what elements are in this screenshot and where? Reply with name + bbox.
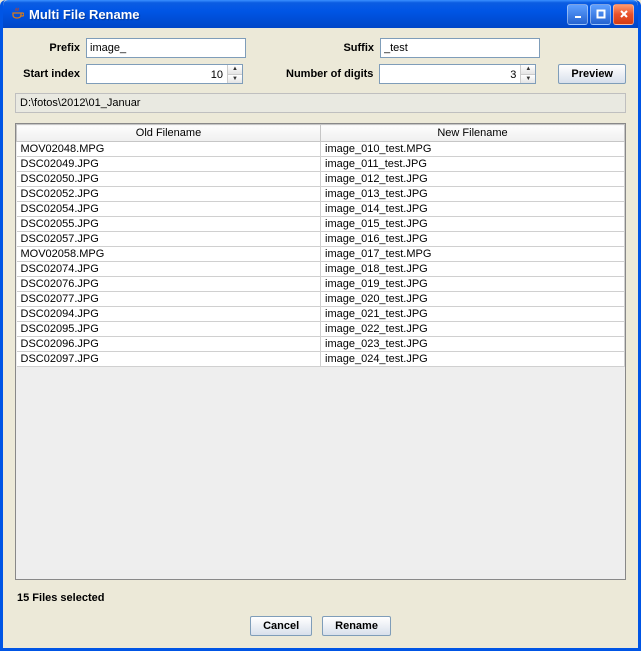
- new-filename-cell: image_022_test.JPG: [321, 322, 625, 337]
- table-row[interactable]: DSC02049.JPGimage_011_test.JPG: [17, 157, 625, 172]
- old-filename-cell: DSC02074.JPG: [17, 262, 321, 277]
- table-row[interactable]: DSC02050.JPGimage_012_test.JPG: [17, 172, 625, 187]
- new-filename-cell: image_017_test.MPG: [321, 247, 625, 262]
- java-cup-icon: [9, 6, 25, 22]
- cancel-button[interactable]: Cancel: [250, 616, 312, 636]
- path-display: D:\fotos\2012\01_Januar: [15, 93, 626, 113]
- new-filename-cell: image_021_test.JPG: [321, 307, 625, 322]
- new-filename-cell: image_024_test.JPG: [321, 352, 625, 367]
- table-row[interactable]: MOV02048.MPGimage_010_test.MPG: [17, 142, 625, 157]
- table-row[interactable]: DSC02074.JPGimage_018_test.JPG: [17, 262, 625, 277]
- new-filename-cell: image_019_test.JPG: [321, 277, 625, 292]
- old-filename-cell: DSC02097.JPG: [17, 352, 321, 367]
- new-filename-cell: image_016_test.JPG: [321, 232, 625, 247]
- new-filename-cell: image_012_test.JPG: [321, 172, 625, 187]
- table-row[interactable]: DSC02076.JPGimage_019_test.JPG: [17, 277, 625, 292]
- old-filename-cell: DSC02052.JPG: [17, 187, 321, 202]
- col-old-filename[interactable]: Old Filename: [17, 125, 321, 142]
- minimize-button[interactable]: [567, 4, 588, 25]
- close-button[interactable]: [613, 4, 634, 25]
- new-filename-cell: image_018_test.JPG: [321, 262, 625, 277]
- new-filename-cell: image_020_test.JPG: [321, 292, 625, 307]
- new-filename-cell: image_014_test.JPG: [321, 202, 625, 217]
- old-filename-cell: DSC02094.JPG: [17, 307, 321, 322]
- table-row[interactable]: DSC02095.JPGimage_022_test.JPG: [17, 322, 625, 337]
- maximize-button[interactable]: [590, 4, 611, 25]
- spinner-up-icon[interactable]: ▲: [228, 65, 242, 75]
- old-filename-cell: DSC02076.JPG: [17, 277, 321, 292]
- file-table: Old Filename New Filename MOV02048.MPGim…: [15, 123, 626, 580]
- spinner-down-icon[interactable]: ▼: [228, 75, 242, 84]
- col-new-filename[interactable]: New Filename: [321, 125, 625, 142]
- status-text: 15 Files selected: [15, 580, 626, 608]
- start-index-spinner[interactable]: ▲ ▼: [86, 64, 243, 84]
- digits-input[interactable]: [380, 65, 520, 85]
- old-filename-cell: DSC02055.JPG: [17, 217, 321, 232]
- table-row[interactable]: DSC02097.JPGimage_024_test.JPG: [17, 352, 625, 367]
- new-filename-cell: image_015_test.JPG: [321, 217, 625, 232]
- spinner-up-icon[interactable]: ▲: [521, 65, 535, 75]
- content-area: Prefix Suffix Start index ▲ ▼ Number of …: [3, 28, 638, 648]
- table-row[interactable]: DSC02055.JPGimage_015_test.JPG: [17, 217, 625, 232]
- digits-label: Number of digits: [273, 68, 373, 80]
- table-row[interactable]: MOV02058.MPGimage_017_test.MPG: [17, 247, 625, 262]
- row-index-digits: Start index ▲ ▼ Number of digits ▲ ▼ Pre…: [15, 64, 626, 84]
- row-prefix-suffix: Prefix Suffix: [15, 38, 626, 58]
- action-buttons: Cancel Rename: [15, 608, 626, 638]
- old-filename-cell: MOV02048.MPG: [17, 142, 321, 157]
- table-row[interactable]: DSC02096.JPGimage_023_test.JPG: [17, 337, 625, 352]
- new-filename-cell: image_011_test.JPG: [321, 157, 625, 172]
- old-filename-cell: DSC02095.JPG: [17, 322, 321, 337]
- spinner-down-icon[interactable]: ▼: [521, 75, 535, 84]
- old-filename-cell: DSC02077.JPG: [17, 292, 321, 307]
- new-filename-cell: image_023_test.JPG: [321, 337, 625, 352]
- table-row[interactable]: DSC02054.JPGimage_014_test.JPG: [17, 202, 625, 217]
- new-filename-cell: image_013_test.JPG: [321, 187, 625, 202]
- suffix-input[interactable]: [380, 38, 540, 58]
- old-filename-cell: DSC02049.JPG: [17, 157, 321, 172]
- app-window: Multi File Rename Prefix Suffix Start in…: [0, 0, 641, 651]
- titlebar[interactable]: Multi File Rename: [3, 0, 638, 28]
- table-row[interactable]: DSC02057.JPGimage_016_test.JPG: [17, 232, 625, 247]
- table-empty-area: [16, 367, 625, 579]
- new-filename-cell: image_010_test.MPG: [321, 142, 625, 157]
- old-filename-cell: MOV02058.MPG: [17, 247, 321, 262]
- old-filename-cell: DSC02054.JPG: [17, 202, 321, 217]
- start-index-input[interactable]: [87, 65, 227, 85]
- preview-button[interactable]: Preview: [558, 64, 626, 84]
- old-filename-cell: DSC02096.JPG: [17, 337, 321, 352]
- table-row[interactable]: DSC02094.JPGimage_021_test.JPG: [17, 307, 625, 322]
- window-title: Multi File Rename: [29, 7, 567, 22]
- old-filename-cell: DSC02057.JPG: [17, 232, 321, 247]
- prefix-input[interactable]: [86, 38, 246, 58]
- rename-button[interactable]: Rename: [322, 616, 391, 636]
- old-filename-cell: DSC02050.JPG: [17, 172, 321, 187]
- suffix-label: Suffix: [324, 42, 374, 54]
- table-row[interactable]: DSC02052.JPGimage_013_test.JPG: [17, 187, 625, 202]
- table-row[interactable]: DSC02077.JPGimage_020_test.JPG: [17, 292, 625, 307]
- digits-spinner[interactable]: ▲ ▼: [379, 64, 536, 84]
- start-index-label: Start index: [15, 68, 80, 80]
- prefix-label: Prefix: [15, 42, 80, 54]
- window-controls: [567, 4, 634, 25]
